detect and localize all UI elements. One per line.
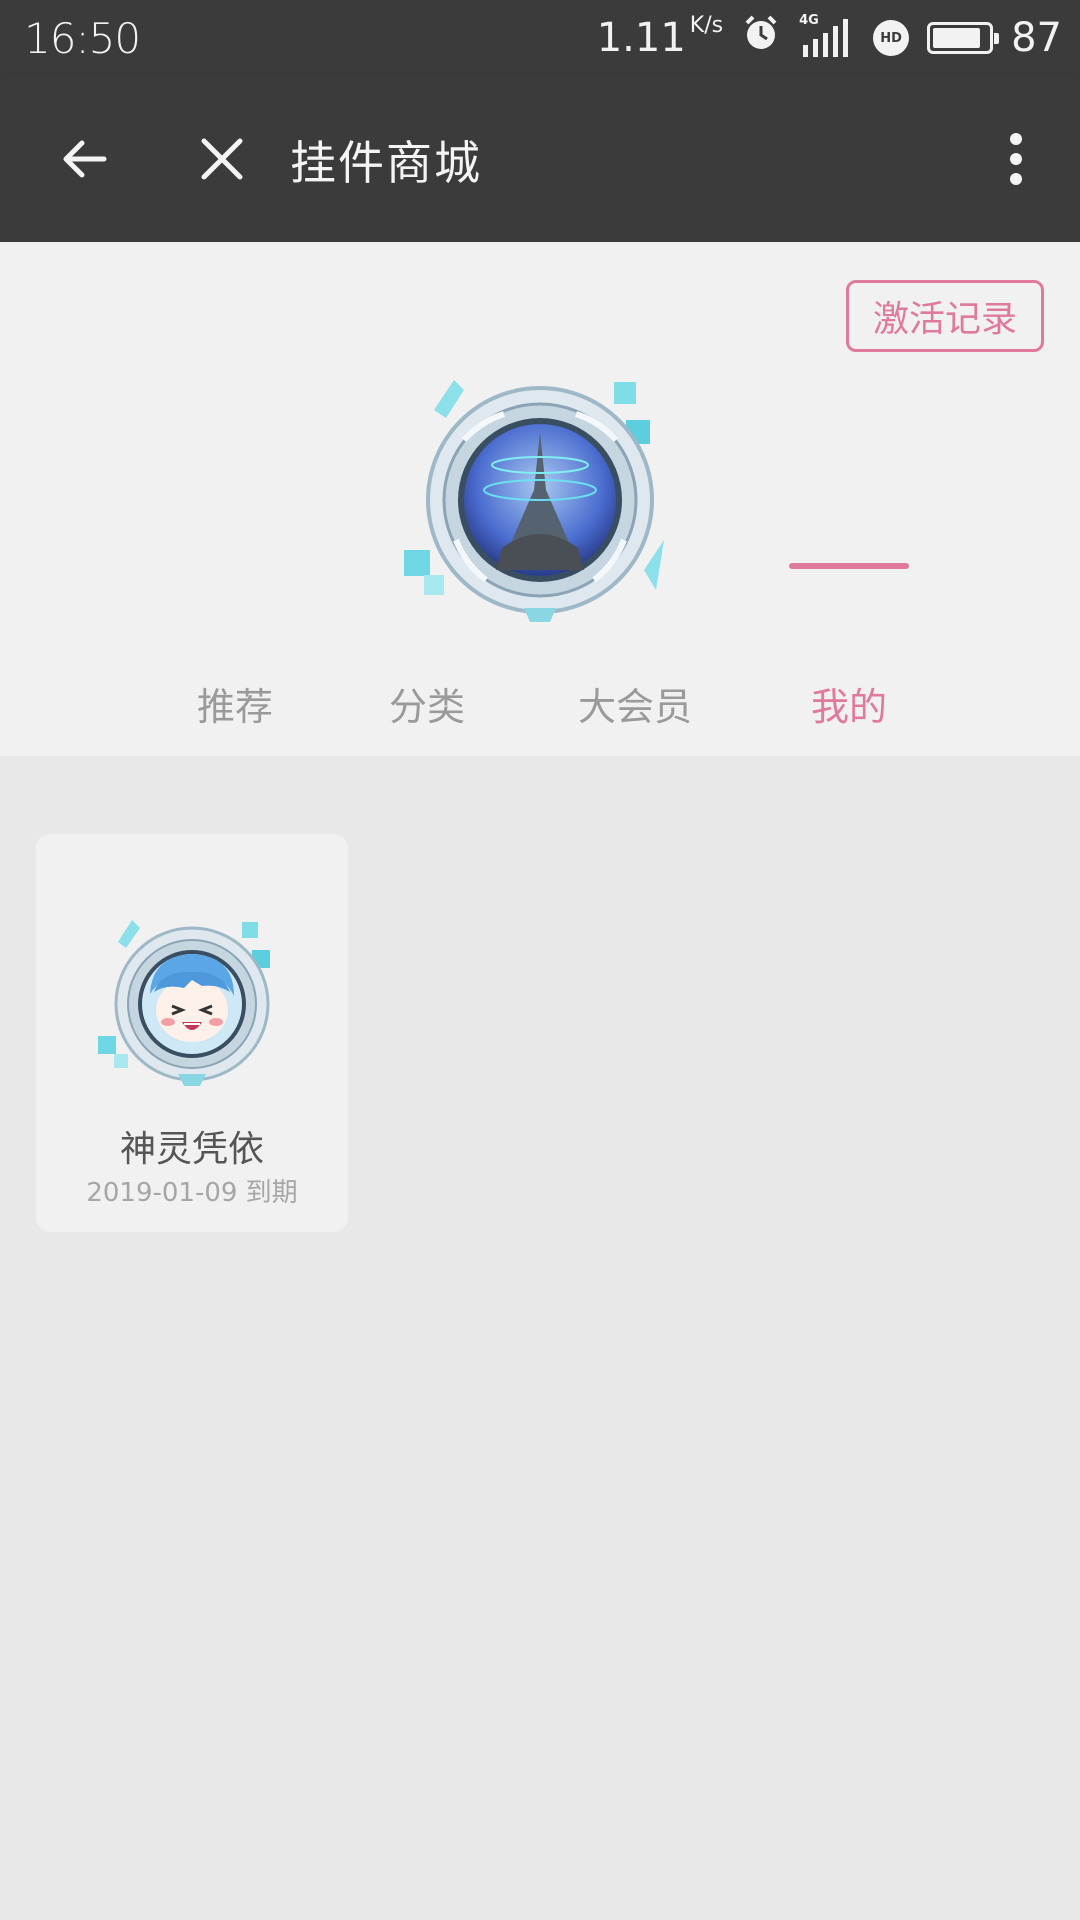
back-arrow-icon	[63, 140, 107, 178]
my-pendants-grid: 神灵凭依 2019-01-09 到期	[0, 756, 1080, 1920]
pendant-name: 神灵凭依	[119, 1129, 264, 1170]
activate-record-button[interactable]: 激活记录	[846, 280, 1044, 352]
pendant-expiry: 2019-01-09 到期	[86, 1178, 298, 1208]
alarm-icon	[741, 13, 781, 63]
status-icons: 1.11 K/s 4G HD 87	[597, 12, 1062, 64]
tab-premium-member[interactable]: 大会员	[565, 667, 705, 747]
pendant-avatar	[92, 914, 292, 1094]
battery-level: 87	[1011, 15, 1062, 61]
network-speed-unit: K/s	[689, 13, 724, 38]
more-options-button[interactable]	[978, 121, 1054, 197]
tab-category[interactable]: 分类	[372, 667, 482, 747]
battery-fill	[933, 28, 981, 48]
page-title: 挂件商城	[290, 136, 482, 190]
status-bar: 16:50 1.11 K/s 4G HD 87	[0, 0, 1080, 75]
close-icon	[201, 138, 243, 180]
hd-call-icon: HD	[873, 20, 910, 56]
more-vertical-icon	[1010, 133, 1022, 185]
pendant-card[interactable]: 神灵凭依 2019-01-09 到期	[36, 834, 348, 1232]
toolbar: 挂件商城	[0, 75, 1080, 242]
tab-bar: 推荐 分类 大会员 我的	[0, 667, 1080, 756]
network-speed: 1.11 K/s	[596, 13, 724, 62]
pendant-preview-avatar	[394, 370, 686, 630]
close-button[interactable]	[184, 121, 260, 197]
status-time: 16:50	[24, 14, 141, 63]
tab-mine[interactable]: 我的	[789, 667, 909, 747]
tab-recommend[interactable]: 推荐	[180, 667, 290, 747]
battery-icon	[927, 22, 1000, 54]
pendant-header: 激活记录 推荐 分类 大会员 我的	[0, 242, 1080, 756]
back-button[interactable]	[46, 121, 122, 197]
network-speed-value: 1.11	[596, 15, 686, 61]
active-tab-indicator	[789, 563, 909, 569]
signal-icon: 4G	[799, 13, 855, 59]
